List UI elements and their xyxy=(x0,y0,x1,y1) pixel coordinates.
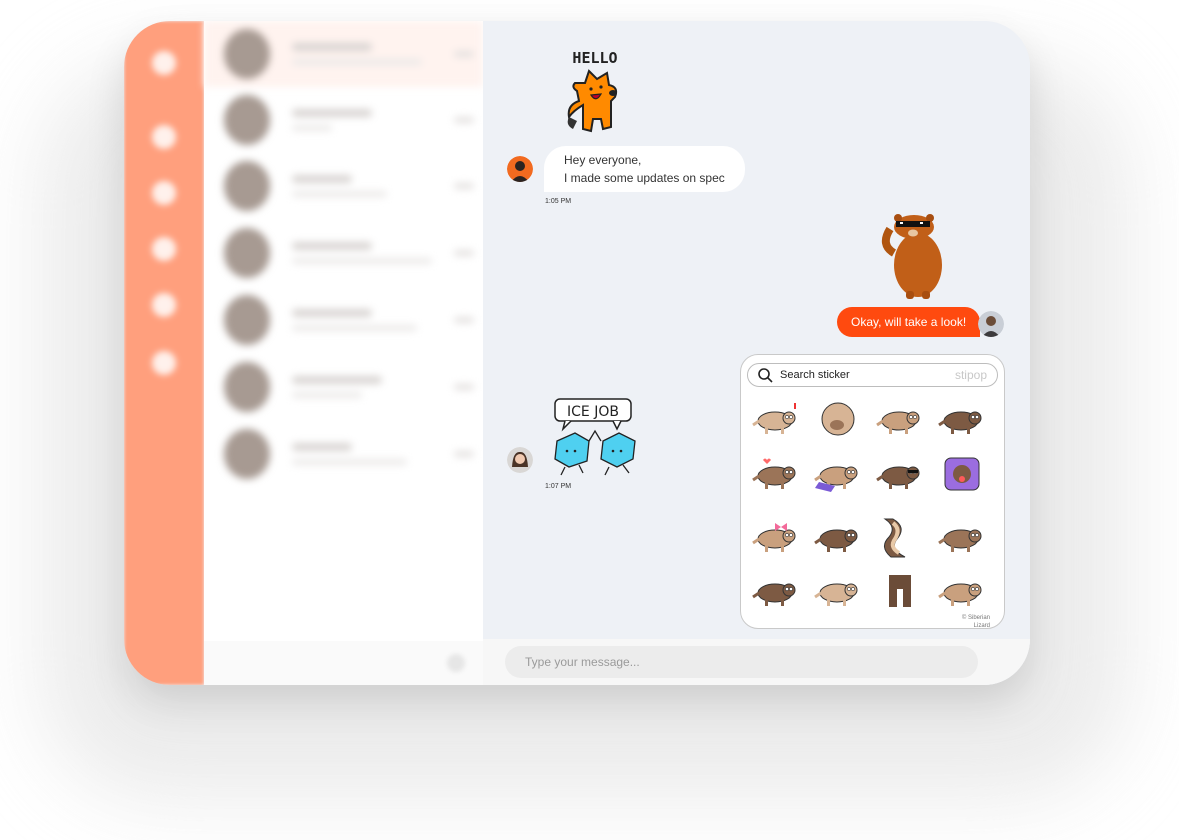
conversation-preview xyxy=(292,191,387,197)
conversation-name xyxy=(292,109,372,117)
conversation-preview xyxy=(292,459,407,465)
sticker-ferret-lying[interactable] xyxy=(875,397,925,441)
credit-line: Lizard xyxy=(973,623,990,629)
avatar xyxy=(224,29,270,79)
conversation-time xyxy=(454,384,474,390)
sticker-credit: © Siberian Lizard xyxy=(950,614,990,630)
conversation-time xyxy=(454,51,474,57)
sticker-caption: HELLO xyxy=(572,49,617,67)
sticker-search-field[interactable]: Search sticker stipop xyxy=(747,363,998,387)
conversation-time xyxy=(454,451,474,457)
message-composer xyxy=(483,639,1030,685)
conversation-name xyxy=(292,43,372,51)
incoming-message-bubble: Hey everyone, I made some updates on spe… xyxy=(544,146,745,192)
sender-avatar[interactable] xyxy=(507,447,533,473)
conversation-item[interactable] xyxy=(204,421,483,487)
sender-avatar[interactable] xyxy=(507,156,533,182)
conversation-name xyxy=(292,309,372,317)
conversation-time xyxy=(454,250,474,256)
sticker-ferret-stretched[interactable] xyxy=(875,515,925,559)
stipop-brand: stipop xyxy=(954,368,987,382)
avatar xyxy=(224,362,270,412)
conversation-item[interactable] xyxy=(204,153,483,219)
sticker-ferret-standing[interactable] xyxy=(937,397,987,441)
conversation-item[interactable] xyxy=(204,287,483,353)
conversation-item[interactable] xyxy=(204,220,483,286)
message-timestamp: 1:05 PM xyxy=(545,198,572,205)
sticker-ferret-curled-ball[interactable] xyxy=(813,397,863,441)
avatar xyxy=(224,295,270,345)
conversation-item[interactable] xyxy=(204,354,483,420)
conversation-preview xyxy=(292,325,417,331)
conversation-preview xyxy=(292,258,432,264)
sticker-caption: ICE JOB xyxy=(567,404,619,420)
conversation-preview xyxy=(292,59,422,65)
sticker-ferret-purple-box[interactable] xyxy=(937,452,987,496)
avatar xyxy=(224,228,270,278)
conversation-preview xyxy=(292,125,332,131)
sticker-ferret-heart[interactable] xyxy=(751,452,801,496)
sticker-ferret-pink-bow[interactable] xyxy=(751,515,801,559)
conversation-list xyxy=(204,21,483,685)
conversation-name xyxy=(292,175,352,183)
ice-cubes-high-five-sticker[interactable]: ICE JOB xyxy=(543,397,649,479)
conversation-time xyxy=(454,317,474,323)
sticker-ferret-sunglasses[interactable] xyxy=(875,452,925,496)
sticker-ferret-arched[interactable] xyxy=(751,569,801,613)
conversation-time xyxy=(454,117,474,123)
my-avatar[interactable] xyxy=(978,311,1004,337)
compose-icon[interactable] xyxy=(447,654,465,672)
sticker-picker: Search sticker stipop © Siberian Lizard xyxy=(740,354,1005,629)
conversation-name xyxy=(292,376,382,384)
sticker-ferret-rolling[interactable] xyxy=(813,569,863,613)
sticker-grid xyxy=(751,397,996,612)
sticker-ferret-legs[interactable] xyxy=(875,569,925,613)
message-text: Okay, will take a look! xyxy=(851,315,967,329)
bear-sunglasses-sticker[interactable] xyxy=(876,209,956,301)
sticker-ferret-laptop[interactable] xyxy=(813,452,863,496)
nav-sidebar xyxy=(124,21,204,685)
phone-icon[interactable] xyxy=(152,181,176,205)
conversation-time xyxy=(454,183,474,189)
conversation-name xyxy=(292,443,352,451)
chat-icon[interactable] xyxy=(152,125,176,149)
credit-line: © Siberian xyxy=(961,615,990,621)
avatar xyxy=(224,161,270,211)
orange-fox-hello-sticker[interactable]: HELLO xyxy=(555,45,635,140)
sticker-ferret-sitting[interactable] xyxy=(937,569,987,613)
conversation-list-footer xyxy=(204,641,483,685)
avatar xyxy=(224,95,270,145)
conversation-item[interactable] xyxy=(204,87,483,153)
messenger-window: HELLO Hey everyone, I made some updates … xyxy=(124,21,1030,685)
conversation-preview xyxy=(292,392,362,398)
settings-icon[interactable] xyxy=(152,293,176,317)
sticker-ferret-surprised[interactable] xyxy=(751,397,801,441)
contacts-icon[interactable] xyxy=(152,237,176,261)
message-line: Hey everyone, xyxy=(564,153,642,167)
profile-icon[interactable] xyxy=(152,351,176,375)
conversation-name xyxy=(292,242,372,250)
message-input[interactable] xyxy=(505,646,978,678)
avatar xyxy=(224,429,270,479)
logo-icon[interactable] xyxy=(152,51,176,75)
search-icon xyxy=(757,367,773,388)
message-timestamp: 1:07 PM xyxy=(545,483,572,490)
conversation-item[interactable] xyxy=(204,21,483,87)
chat-panel: HELLO Hey everyone, I made some updates … xyxy=(483,21,1030,685)
sticker-search-input[interactable]: Search sticker xyxy=(780,369,850,381)
outgoing-message-bubble: Okay, will take a look! xyxy=(837,307,981,337)
sticker-ferret-crouching[interactable] xyxy=(813,515,863,559)
sticker-ferret-crawling[interactable] xyxy=(937,515,987,559)
message-line: I made some updates on spec xyxy=(564,171,725,185)
